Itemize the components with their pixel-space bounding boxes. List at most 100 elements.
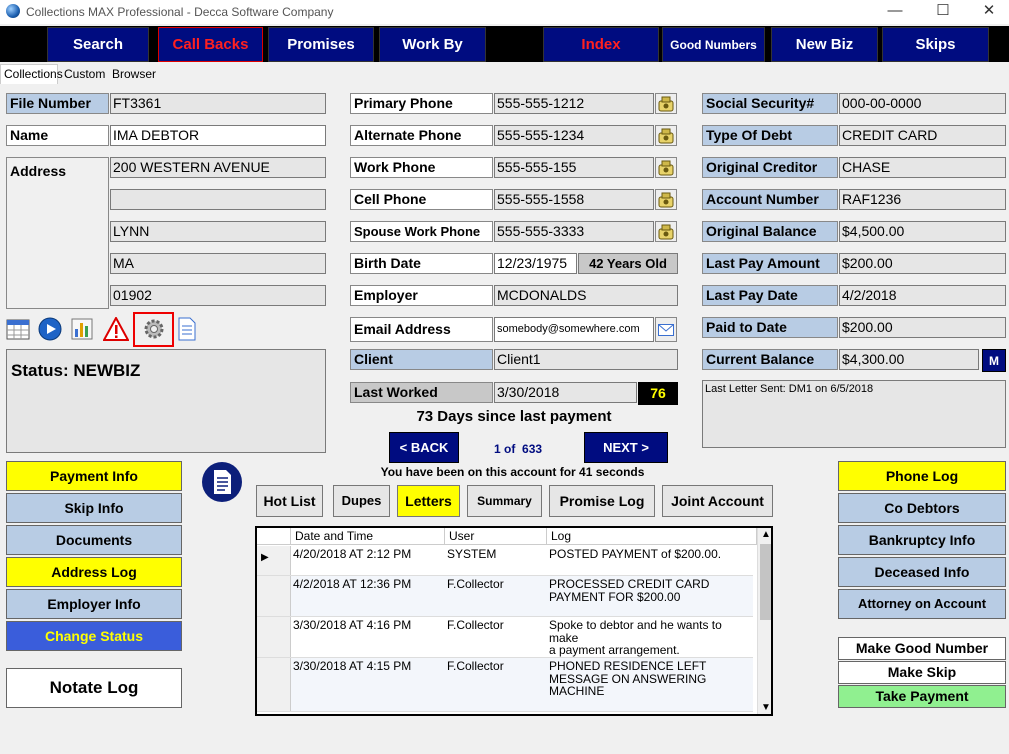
m-button[interactable]: M <box>982 349 1006 372</box>
zip-field[interactable]: 01902 <box>110 285 326 306</box>
cell-phone-field[interactable]: 555-555-1558 <box>494 189 654 210</box>
last-worked-field[interactable]: 3/30/2018 <box>494 382 637 403</box>
birth-date-label: Birth Date <box>350 253 493 274</box>
chart-icon[interactable] <box>70 317 94 341</box>
promise-log-tab[interactable]: Promise Log <box>549 485 655 517</box>
calendar-icon[interactable] <box>6 317 30 341</box>
joint-account-tab[interactable]: Joint Account <box>662 485 773 517</box>
letters-tab[interactable]: Letters <box>397 485 460 517</box>
dial-phone-icon[interactable] <box>655 189 677 210</box>
table-row[interactable]: ▶ 4/20/2018 AT 2:12 PM SYSTEM POSTED PAY… <box>257 546 753 576</box>
payment-info-button[interactable]: Payment Info <box>6 461 182 491</box>
notate-log-button[interactable]: Notate Log <box>6 668 182 708</box>
back-button[interactable]: < BACK <box>389 432 459 463</box>
make-good-number-button[interactable]: Make Good Number <box>838 637 1006 660</box>
good-numbers-nav-button[interactable]: Good Numbers <box>662 27 765 62</box>
vertical-scrollbar[interactable]: ▲ ▼ <box>757 528 771 714</box>
table-row[interactable]: 4/2/2018 AT 12:36 PM F.Collector PROCESS… <box>257 576 753 617</box>
log-date-cell: 3/30/2018 AT 4:16 PM <box>293 618 412 632</box>
tab-browser[interactable]: Browser <box>109 66 159 84</box>
skip-info-button[interactable]: Skip Info <box>6 493 182 523</box>
address-log-button[interactable]: Address Log <box>6 557 182 587</box>
client-field[interactable]: Client1 <box>494 349 678 370</box>
co-debtors-button[interactable]: Co Debtors <box>838 493 1006 523</box>
dial-phone-icon[interactable] <box>655 221 677 242</box>
tab-collections[interactable]: Collections <box>0 64 63 84</box>
search-nav-button[interactable]: Search <box>47 27 149 62</box>
original-balance-field[interactable]: $4,500.00 <box>839 221 1006 242</box>
log-table[interactable]: Date and Time User Log ▶ 4/20/2018 AT 2:… <box>255 526 773 716</box>
original-creditor-field[interactable]: CHASE <box>839 157 1006 178</box>
make-skip-button[interactable]: Make Skip <box>838 661 1006 684</box>
current-balance-label: Current Balance <box>702 349 838 370</box>
row-selector <box>257 617 291 657</box>
skips-nav-button[interactable]: Skips <box>882 27 989 62</box>
call-backs-nav-button[interactable]: Call Backs <box>158 27 263 62</box>
gear-icon[interactable] <box>142 317 166 341</box>
city-field[interactable]: LYNN <box>110 221 326 242</box>
email-envelope-icon[interactable] <box>655 317 677 342</box>
log-user-cell: F.Collector <box>447 659 504 673</box>
client-label: Client <box>350 349 493 370</box>
dial-phone-icon[interactable] <box>655 125 677 146</box>
work-by-nav-button[interactable]: Work By <box>379 27 486 62</box>
scroll-thumb[interactable] <box>760 544 771 620</box>
minimize-button[interactable]: — <box>872 0 918 24</box>
scroll-up-icon[interactable]: ▲ <box>761 529 771 540</box>
work-phone-field[interactable]: 555-555-155 <box>494 157 654 178</box>
paid-to-date-field[interactable]: $200.00 <box>839 317 1006 338</box>
spouse-work-phone-field[interactable]: 555-555-3333 <box>494 221 654 242</box>
promises-nav-button[interactable]: Promises <box>268 27 374 62</box>
dial-phone-icon[interactable] <box>655 157 677 178</box>
address-line1-field[interactable]: 200 WESTERN AVENUE <box>110 157 326 178</box>
status-text: Status: NEWBIZ <box>11 361 141 380</box>
documents-button[interactable]: Documents <box>6 525 182 555</box>
record-position: 1 of 633 <box>494 442 542 456</box>
birth-date-field[interactable]: 12/23/1975 <box>494 253 577 274</box>
column-header-date[interactable]: Date and Time <box>291 528 445 545</box>
attorney-on-account-button[interactable]: Attorney on Account <box>838 589 1006 619</box>
employer-field[interactable]: MCDONALDS <box>494 285 678 306</box>
column-header-user[interactable]: User <box>445 528 547 545</box>
warning-icon[interactable] <box>102 315 130 341</box>
bankruptcy-info-button[interactable]: Bankruptcy Info <box>838 525 1006 555</box>
name-field[interactable]: IMA DEBTOR <box>110 125 326 146</box>
next-button[interactable]: NEXT > <box>584 432 668 463</box>
notes-document-icon[interactable] <box>201 461 243 503</box>
dupes-tab[interactable]: Dupes <box>333 485 390 517</box>
index-nav-button[interactable]: Index <box>543 27 659 62</box>
hot-list-tab[interactable]: Hot List <box>256 485 323 517</box>
spouse-work-phone-label: Spouse Work Phone <box>350 221 493 242</box>
maximize-button[interactable]: ☐ <box>920 0 966 24</box>
primary-phone-field[interactable]: 555-555-1212 <box>494 93 654 114</box>
file-number-label: File Number <box>6 93 109 114</box>
email-field[interactable]: somebody@somewhere.com <box>494 317 654 342</box>
table-row[interactable]: 3/30/2018 AT 4:15 PM F.Collector PHONED … <box>257 658 753 712</box>
phone-log-button[interactable]: Phone Log <box>838 461 1006 491</box>
current-balance-field[interactable]: $4,300.00 <box>839 349 979 370</box>
column-header-log[interactable]: Log <box>547 528 757 545</box>
new-biz-nav-button[interactable]: New Biz <box>771 27 878 62</box>
play-icon[interactable] <box>38 317 62 341</box>
last-pay-amount-field[interactable]: $200.00 <box>839 253 1006 274</box>
account-number-field[interactable]: RAF1236 <box>839 189 1006 210</box>
last-pay-date-field[interactable]: 4/2/2018 <box>839 285 1006 306</box>
scroll-down-icon[interactable]: ▼ <box>761 702 771 713</box>
debt-type-field[interactable]: CREDIT CARD <box>839 125 1006 146</box>
deceased-info-button[interactable]: Deceased Info <box>838 557 1006 587</box>
employer-info-button[interactable]: Employer Info <box>6 589 182 619</box>
dial-phone-icon[interactable] <box>655 93 677 114</box>
alternate-phone-field[interactable]: 555-555-1234 <box>494 125 654 146</box>
time-on-account: You have been on this account for 41 sec… <box>380 465 645 479</box>
file-number-field[interactable]: FT3361 <box>110 93 326 114</box>
summary-tab[interactable]: Summary <box>467 485 542 517</box>
ssn-field[interactable]: 000-00-0000 <box>839 93 1006 114</box>
state-field[interactable]: MA <box>110 253 326 274</box>
close-button[interactable]: ✕ <box>966 0 1009 24</box>
table-row[interactable]: 3/30/2018 AT 4:16 PM F.Collector Spoke t… <box>257 617 753 658</box>
take-payment-button[interactable]: Take Payment <box>838 685 1006 708</box>
tab-custom[interactable]: Custom <box>61 66 108 84</box>
change-status-button[interactable]: Change Status <box>6 621 182 651</box>
document-icon[interactable] <box>177 317 201 341</box>
address-line2-field[interactable] <box>110 189 326 210</box>
